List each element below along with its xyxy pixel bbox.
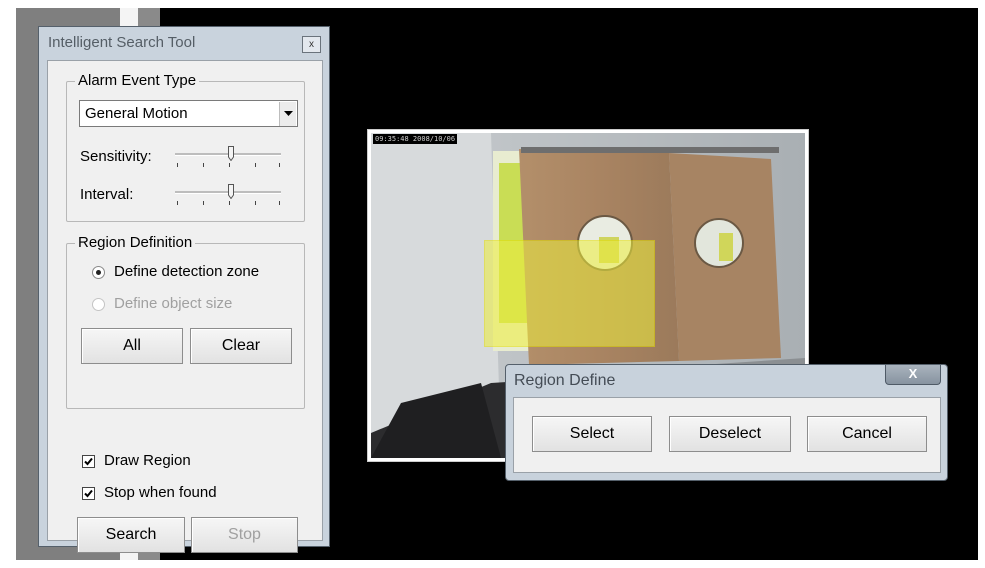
region-define-dialog: Region Define X Select Deselect Cancel — [505, 364, 948, 481]
event-type-dropdown[interactable]: General Motion — [79, 100, 298, 127]
stop-when-found-label[interactable]: Stop when found — [104, 484, 217, 501]
all-button[interactable]: All — [81, 328, 183, 364]
sensitivity-label: Sensitivity: — [80, 148, 152, 165]
timestamp: 09:35:48 2008/10/06 — [373, 134, 458, 144]
group-legend: Region Definition — [75, 234, 196, 252]
slider-thumb-icon[interactable] — [228, 146, 235, 161]
draw-region-checkbox[interactable] — [82, 455, 95, 468]
dialog-title: Region Define — [514, 372, 616, 389]
draw-region-label[interactable]: Draw Region — [104, 452, 191, 469]
clear-button[interactable]: Clear — [190, 328, 292, 364]
select-button[interactable]: Select — [532, 416, 652, 452]
region-definition-group: Region Definition Define detection zone … — [66, 234, 305, 409]
close-button[interactable]: x — [302, 36, 321, 53]
alarm-event-type-group: Alarm Event Type General Motion Sensitiv… — [66, 72, 305, 222]
stop-button: Stop — [191, 517, 298, 553]
intelligent-search-tool-window: Intelligent Search Tool x Alarm Event Ty… — [38, 26, 330, 553]
selected-region[interactable] — [484, 240, 655, 347]
stop-when-found-checkbox[interactable] — [82, 487, 95, 500]
define-object-size-radio — [92, 298, 105, 311]
dropdown-value: General Motion — [85, 105, 188, 122]
window-title: Intelligent Search Tool — [48, 34, 196, 51]
chevron-down-icon[interactable] — [279, 102, 296, 126]
interval-slider[interactable] — [175, 184, 283, 208]
define-object-size-label: Define object size — [114, 295, 233, 312]
define-detection-zone-label[interactable]: Define detection zone — [114, 263, 259, 280]
deselect-button[interactable]: Deselect — [669, 416, 791, 452]
cancel-button[interactable]: Cancel — [807, 416, 927, 452]
slider-thumb-icon[interactable] — [228, 184, 235, 199]
search-button[interactable]: Search — [77, 517, 185, 553]
window-body: Alarm Event Type General Motion Sensitiv… — [47, 60, 323, 553]
group-legend: Alarm Event Type — [75, 72, 200, 90]
interval-label: Interval: — [80, 186, 134, 203]
define-detection-zone-radio[interactable] — [92, 266, 105, 279]
close-button[interactable]: X — [885, 365, 941, 385]
sensitivity-slider[interactable] — [175, 146, 283, 170]
dialog-body: Select Deselect Cancel — [513, 397, 941, 473]
